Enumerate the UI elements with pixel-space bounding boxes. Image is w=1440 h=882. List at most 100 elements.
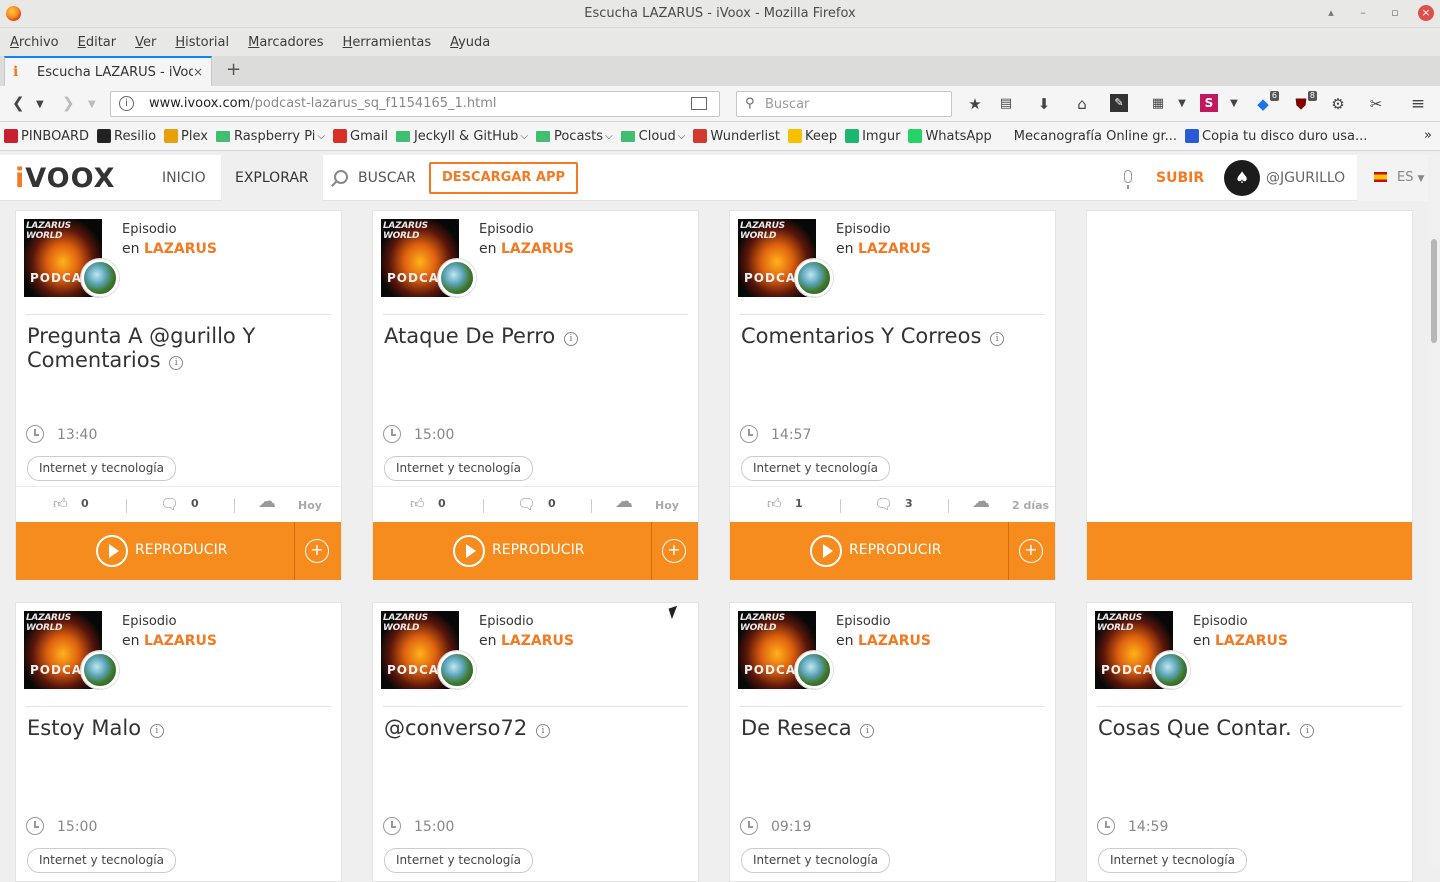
- comment-icon[interactable]: 🗨︎: [517, 496, 536, 512]
- menu-archivo[interactable]: Archivo: [10, 35, 59, 50]
- bookmark-item[interactable]: Mecanografía Online gr...: [1014, 129, 1177, 144]
- window-close-button[interactable]: ×: [1418, 5, 1434, 21]
- language-selector[interactable]: ES ▼: [1357, 155, 1428, 201]
- category-tag[interactable]: Internet y tecnología: [741, 456, 890, 481]
- podcast-link[interactable]: LAZARUS: [858, 633, 931, 649]
- category-tag[interactable]: Internet y tecnología: [1098, 848, 1247, 873]
- info-icon[interactable]: i: [990, 332, 1005, 346]
- episode-title-text[interactable]: @converso72: [384, 716, 527, 740]
- bookmark-item[interactable]: Pocasts ⌵: [535, 129, 613, 144]
- play-button[interactable]: REPRODUCIR: [373, 522, 652, 580]
- menu-historial[interactable]: Historial: [175, 35, 229, 50]
- search-bar[interactable]: ⚲ Buscar: [736, 91, 952, 117]
- downloads-icon[interactable]: ⬇: [1034, 94, 1054, 114]
- extension-s-chevron-icon[interactable]: ▼: [1224, 94, 1244, 114]
- bookmark-item[interactable]: WhatsApp: [908, 129, 992, 144]
- ublock-icon[interactable]: ⛊ 8: [1291, 91, 1317, 114]
- username[interactable]: @JGURILLO: [1266, 170, 1345, 186]
- author-avatar[interactable]: [795, 259, 833, 297]
- home-icon[interactable]: ⌂: [1072, 94, 1092, 114]
- info-icon[interactable]: i: [860, 724, 875, 738]
- episode-title[interactable]: Comentarios Y Correos i: [741, 324, 1041, 348]
- page-scrollbar[interactable]: [1428, 155, 1440, 866]
- bookmarks-library-icon[interactable]: ▤: [996, 94, 1016, 114]
- back-history-chevron-icon[interactable]: ▼: [36, 96, 44, 114]
- bookmark-item[interactable]: Wunderlist: [693, 129, 780, 144]
- url-bar[interactable]: i www.ivoox.com/podcast-lazarus_sq_f1154…: [110, 91, 720, 117]
- ivoox-logo[interactable]: iVOOX: [15, 163, 115, 194]
- extension-gears-icon[interactable]: ⚙: [1328, 94, 1348, 114]
- window-minimize-button[interactable]: –: [1354, 4, 1372, 22]
- tab-ivoox[interactable]: i Escucha LAZARUS - iVoox ×: [4, 56, 212, 86]
- download-app-button[interactable]: DESCARGAR APP: [429, 162, 579, 194]
- podcast-link[interactable]: LAZARUS: [1215, 633, 1288, 649]
- episode-title-text[interactable]: De Reseca: [741, 716, 852, 740]
- episode-title[interactable]: Estoy Malo i: [27, 716, 327, 740]
- author-avatar[interactable]: [438, 259, 476, 297]
- episode-title-text[interactable]: Estoy Malo: [27, 716, 141, 740]
- bookmark-item[interactable]: Resilio: [97, 129, 156, 144]
- like-icon[interactable]: 👍︎: [410, 496, 425, 512]
- episode-title-text[interactable]: Cosas Que Contar.: [1098, 716, 1292, 740]
- add-to-playlist-button[interactable]: +: [651, 522, 698, 580]
- menu-ver[interactable]: Ver: [135, 35, 156, 50]
- bookmark-item[interactable]: Raspberry Pi ⌵: [215, 129, 325, 144]
- user-menu[interactable]: ♠ @JGURILLO: [1224, 160, 1345, 196]
- extension-s3-icon[interactable]: ▦: [1148, 94, 1168, 114]
- podcast-link[interactable]: LAZARUS: [501, 241, 574, 257]
- comment-icon[interactable]: 🗨︎: [874, 496, 893, 512]
- info-icon[interactable]: i: [563, 332, 578, 346]
- back-arrow-icon[interactable]: ❮: [12, 94, 25, 112]
- bookmark-item[interactable]: Keep: [787, 129, 837, 144]
- episode-title-text[interactable]: Pregunta A @gurillo Y Comentarios: [27, 324, 255, 372]
- nav-inicio[interactable]: INICIO: [148, 155, 220, 201]
- reader-view-icon[interactable]: [691, 97, 707, 110]
- avatar[interactable]: ♠: [1224, 160, 1260, 196]
- info-icon[interactable]: i: [1300, 724, 1315, 738]
- notifications-extension-icon[interactable]: ◆ 6: [1253, 91, 1279, 114]
- bookmark-item[interactable]: Gmail: [333, 129, 388, 144]
- info-icon[interactable]: i: [149, 724, 164, 738]
- bookmarks-overflow-icon[interactable]: »: [1424, 128, 1432, 143]
- forward-arrow-icon[interactable]: ❯: [62, 94, 75, 112]
- author-avatar[interactable]: [81, 259, 119, 297]
- episode-title-text[interactable]: Ataque De Perro: [384, 324, 555, 348]
- menu-herramientas[interactable]: Herramientas: [343, 35, 432, 50]
- bookmark-item[interactable]: PINBOARD: [4, 129, 89, 144]
- window-shade-button[interactable]: ▴: [1322, 4, 1340, 22]
- add-to-playlist-button[interactable]: +: [294, 522, 341, 580]
- new-tab-button[interactable]: +: [226, 60, 241, 80]
- category-tag[interactable]: Internet y tecnología: [741, 848, 890, 873]
- bookmark-item[interactable]: Copia tu disco duro usa...: [1185, 129, 1367, 144]
- play-button[interactable]: REPRODUCIR: [16, 522, 295, 580]
- author-avatar[interactable]: [81, 651, 119, 689]
- nav-buscar[interactable]: BUSCAR: [320, 155, 430, 201]
- bookmark-item[interactable]: Imgur: [845, 129, 900, 144]
- author-avatar[interactable]: [795, 651, 833, 689]
- menu-marcadores[interactable]: Marcadores: [248, 35, 323, 50]
- episode-title[interactable]: Cosas Que Contar. i: [1098, 716, 1398, 740]
- category-tag[interactable]: Internet y tecnología: [384, 456, 533, 481]
- like-icon[interactable]: 👍︎: [53, 496, 68, 512]
- category-tag[interactable]: Internet y tecnología: [27, 848, 176, 873]
- info-icon[interactable]: i: [169, 356, 184, 370]
- category-tag[interactable]: Internet y tecnología: [27, 456, 176, 481]
- bookmark-star-icon[interactable]: ★: [965, 94, 985, 114]
- episode-title[interactable]: Ataque De Perro i: [384, 324, 684, 348]
- author-avatar[interactable]: [438, 651, 476, 689]
- scrollbar-thumb[interactable]: [1431, 239, 1437, 343]
- url-text[interactable]: www.ivoox.com/podcast-lazarus_sq_f115416…: [149, 96, 497, 111]
- episode-title[interactable]: @converso72 i: [384, 716, 684, 740]
- site-info-icon[interactable]: i: [119, 96, 134, 111]
- like-icon[interactable]: 👍︎: [767, 496, 782, 512]
- bookmark-item[interactable]: Plex: [164, 129, 208, 144]
- menu-editar[interactable]: Editar: [78, 35, 117, 50]
- tab-close-icon[interactable]: ×: [193, 65, 203, 79]
- podcast-link[interactable]: LAZARUS: [144, 633, 217, 649]
- play-button[interactable]: REPRODUCIR: [730, 522, 1009, 580]
- menu-ayuda[interactable]: Ayuda: [450, 35, 490, 50]
- extension-s-icon[interactable]: S: [1200, 94, 1218, 112]
- author-avatar[interactable]: [1152, 651, 1190, 689]
- play-bar[interactable]: [1087, 522, 1412, 580]
- podcast-link[interactable]: LAZARUS: [501, 633, 574, 649]
